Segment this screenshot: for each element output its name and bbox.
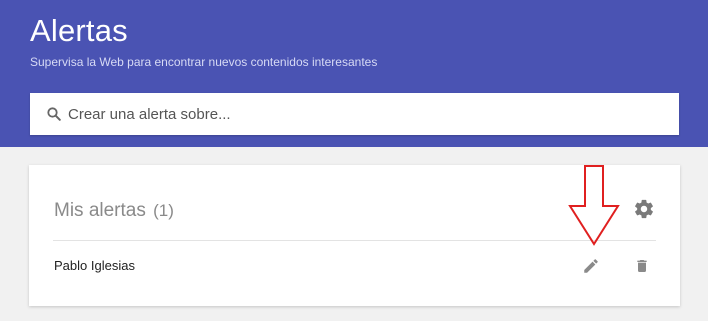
alert-row: Pablo Iglesias xyxy=(53,241,656,291)
gear-icon[interactable] xyxy=(633,198,655,220)
search-input[interactable] xyxy=(68,93,668,135)
pencil-icon[interactable] xyxy=(582,257,600,275)
search-icon xyxy=(47,107,61,121)
my-alerts-label: Mis alertas xyxy=(54,200,146,221)
page-title: Alertas xyxy=(30,13,128,48)
trash-icon[interactable] xyxy=(634,257,650,275)
my-alerts-card: Mis alertas (1) Pablo Iglesias xyxy=(29,165,680,306)
my-alerts-title: Mis alertas (1) xyxy=(54,200,174,222)
my-alerts-count: (1) xyxy=(153,201,174,220)
page-subtitle: Supervisa la Web para encontrar nuevos c… xyxy=(30,55,378,69)
search-box[interactable] xyxy=(30,93,679,135)
alert-name[interactable]: Pablo Iglesias xyxy=(54,258,135,273)
header: Alertas Supervisa la Web para encontrar … xyxy=(0,0,708,147)
